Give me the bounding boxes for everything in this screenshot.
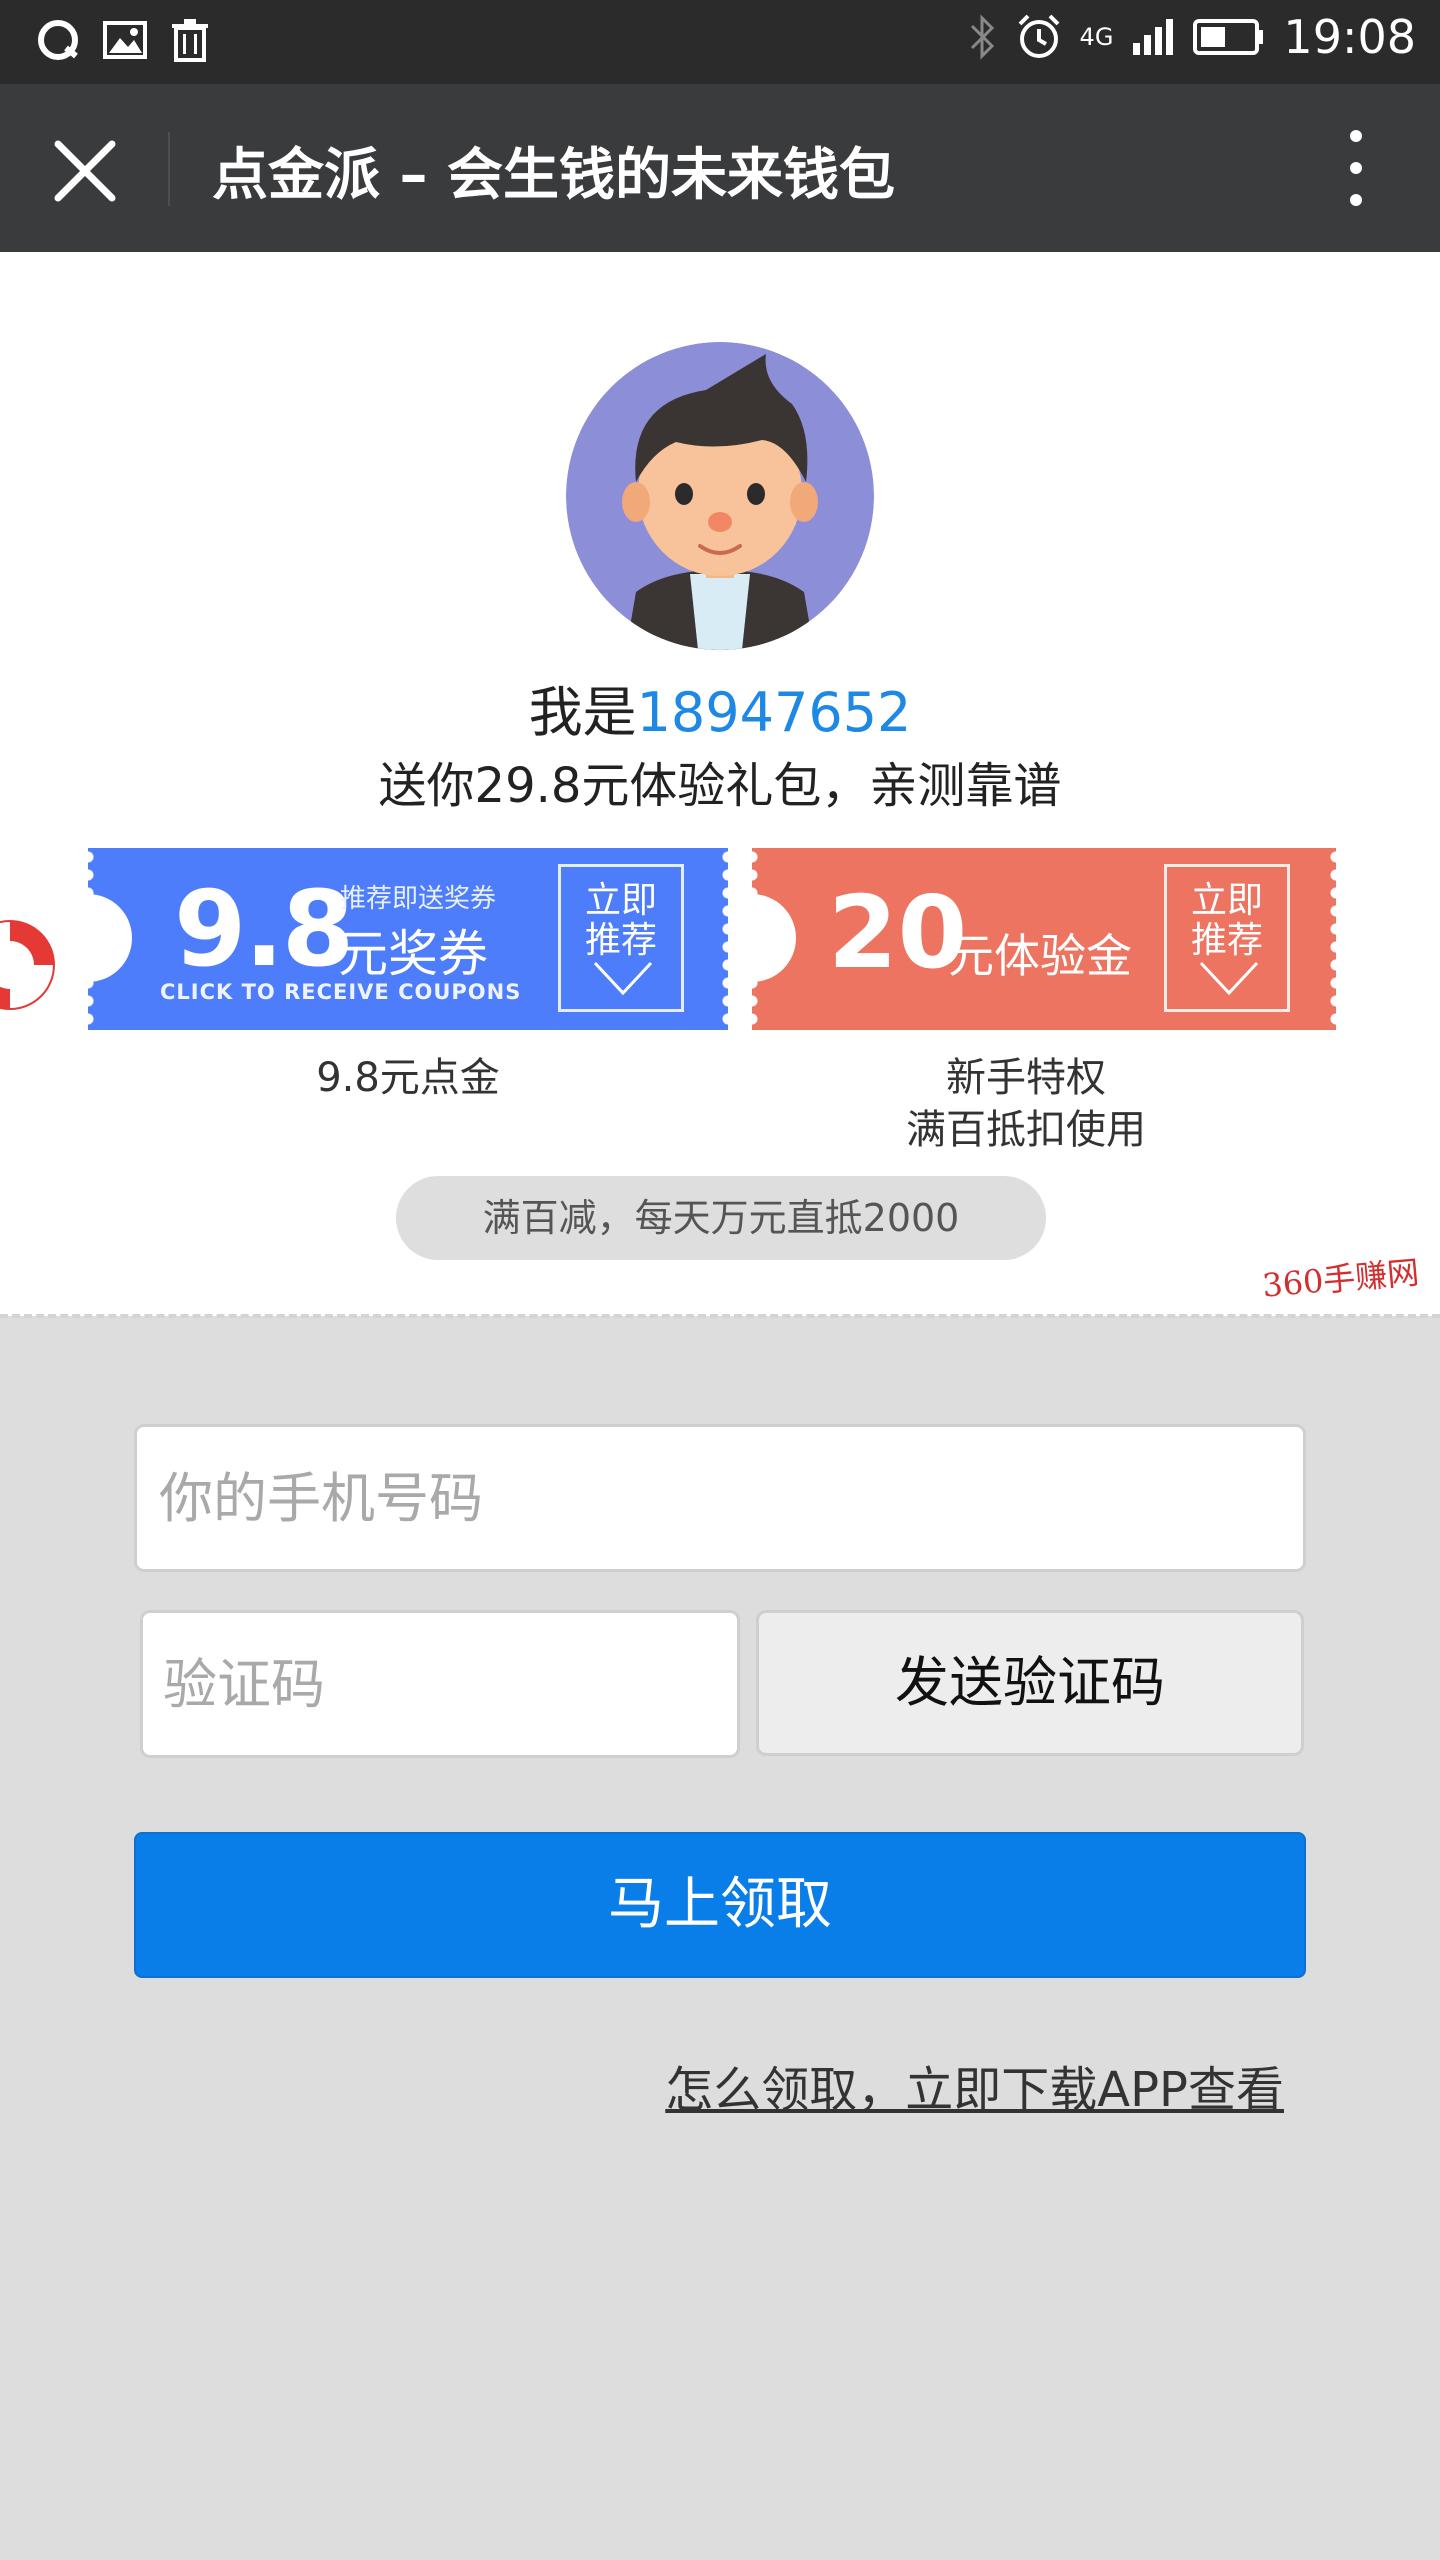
coupon-20[interactable]: 20 元体验金 立即 推荐 bbox=[752, 848, 1336, 1030]
caption-line: 新手特权 bbox=[946, 1055, 1106, 1101]
coupon-edge bbox=[1322, 848, 1336, 1030]
tag-line-1: 立即 bbox=[1190, 880, 1263, 921]
phone-input[interactable] bbox=[134, 1424, 1306, 1572]
coupon-caption: 9.8元点金 bbox=[88, 1052, 728, 1104]
signal-icon bbox=[1133, 19, 1174, 55]
gift-subtitle: 送你29.8元体验礼包，亲测靠谱 bbox=[378, 758, 1062, 814]
chevron-down-icon bbox=[1199, 961, 1259, 996]
qq-icon bbox=[38, 20, 78, 60]
page-title: 点金派 – 会生钱的未来钱包 bbox=[212, 143, 895, 208]
download-app-link[interactable]: 怎么领取，立即下载APP查看 bbox=[665, 2050, 1284, 2120]
more-icon[interactable] bbox=[1336, 124, 1376, 214]
coupon-9-8[interactable]: 9.8 推荐即送奖券 元奖券 CLICK TO RECEIVE COUPONS … bbox=[88, 848, 728, 1030]
tag-line-1: 立即 bbox=[584, 880, 657, 921]
nav-bar: 点金派 – 会生钱的未来钱包 bbox=[0, 84, 1440, 252]
coupon-amount: 20 bbox=[828, 874, 968, 991]
battery-icon bbox=[1193, 19, 1264, 55]
referrer-prefix: 我是 bbox=[528, 681, 637, 744]
caption-line: 9.8元点金 bbox=[316, 1055, 500, 1101]
verification-code-input[interactable] bbox=[140, 1610, 740, 1758]
coupon-notch bbox=[88, 894, 132, 982]
coupon-top-text: 推荐即送奖券 bbox=[340, 884, 497, 914]
coupon-mid-text: 元体验金 bbox=[948, 929, 1132, 983]
promo-pill: 满百减，每天万元直抵2000 bbox=[396, 1176, 1046, 1260]
claim-button[interactable]: 马上领取 bbox=[134, 1832, 1306, 1978]
nav-divider bbox=[168, 132, 170, 206]
send-code-button[interactable]: 发送验证码 bbox=[756, 1610, 1304, 1756]
trash-icon bbox=[172, 19, 208, 62]
status-bar: 4G 19:08 bbox=[0, 0, 1440, 84]
tag-line-2: 推荐 bbox=[1190, 920, 1263, 961]
tag-line-2: 推荐 bbox=[584, 920, 657, 961]
lifebuoy-icon bbox=[0, 920, 55, 1010]
avatar bbox=[566, 342, 874, 650]
coupon-mid-text: 元奖券 bbox=[338, 925, 488, 983]
image-icon bbox=[103, 21, 147, 59]
alarm-icon bbox=[1018, 14, 1059, 58]
dashed-divider bbox=[0, 1314, 1440, 1318]
coupon-notch bbox=[752, 894, 796, 982]
close-icon[interactable] bbox=[50, 136, 120, 206]
coupon-en-text: CLICK TO RECEIVE COUPONS bbox=[160, 980, 522, 1004]
referrer-id: 18947652 bbox=[636, 681, 912, 744]
recommend-tag[interactable]: 立即 推荐 bbox=[558, 864, 684, 1012]
referrer-line: 我是18947652 bbox=[0, 668, 1440, 747]
coupon-amount: 9.8 bbox=[174, 868, 354, 990]
coupon-caption: 新手特权 满百抵扣使用 bbox=[752, 1052, 1300, 1156]
coupon-edge bbox=[714, 848, 728, 1030]
network-type: 4G bbox=[1079, 23, 1114, 51]
recommend-tag[interactable]: 立即 推荐 bbox=[1164, 864, 1290, 1012]
chevron-down-icon bbox=[593, 961, 653, 996]
caption-line: 满百抵扣使用 bbox=[906, 1107, 1146, 1153]
bluetooth-icon bbox=[970, 14, 994, 60]
clock: 19:08 bbox=[1283, 10, 1416, 64]
